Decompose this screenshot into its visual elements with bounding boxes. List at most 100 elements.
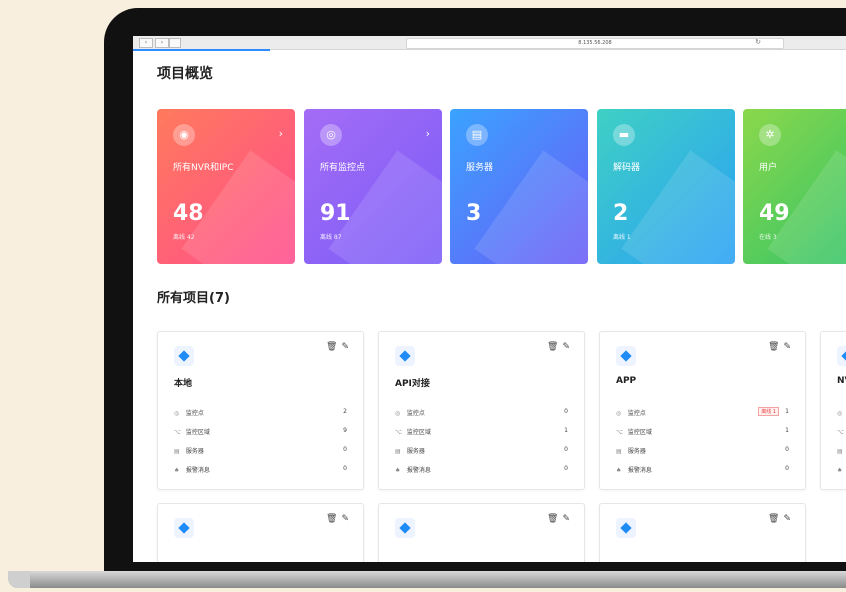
server-icon: ▤ [466, 124, 488, 146]
edit-icon[interactable]: ✎ [783, 514, 795, 524]
stat-card-value: 91 [320, 201, 351, 226]
project-stat-row: ▤ 服务器 0 [616, 446, 789, 465]
url-text: 8.135.56.208 [578, 40, 612, 46]
layers-icon [174, 518, 194, 538]
delete-icon[interactable]: 🗑 [768, 514, 783, 524]
delete-icon[interactable]: 🗑 [547, 342, 562, 352]
status-badge: 离线 1 [758, 407, 779, 416]
stat-card-value: 49 [759, 201, 790, 226]
back-button[interactable]: ‹ [139, 38, 153, 48]
row-value: 0 [343, 465, 347, 472]
row-icon: ⌥ [395, 429, 402, 436]
card-actions: 🗑✎ [547, 514, 574, 524]
project-stat-row: ♠ 报警消息 0 [395, 465, 568, 484]
reload-icon[interactable]: ↻ [755, 38, 761, 47]
stat-card-sub: 离线 42 [173, 234, 195, 241]
edit-icon[interactable]: ✎ [562, 514, 574, 524]
stat-card[interactable]: ▤ 服务器 3 [450, 109, 588, 264]
row-icon: ▤ [837, 448, 843, 455]
row-label: 报警消息 [627, 467, 652, 474]
dashboard-page: 项目概览 ◉ › 所有NVR和IPC 48 离线 42 ◎ › 所有监控点 91… [133, 51, 846, 562]
card-actions: 🗑✎ [547, 342, 574, 352]
project-stat-row: ▤ 服务器 0 [395, 446, 568, 465]
project-card[interactable]: 🗑✎ APP ◎ 监控点 离线 1 1 ⌥ 监控区域 1 ▤ 服务器 0 ♠ 报… [599, 331, 806, 490]
stat-card-value: 48 [173, 201, 204, 226]
delete-icon[interactable]: 🗑 [326, 342, 341, 352]
screen: ‹ › 8.135.56.208 ↻ 项目概览 ◉ › 所有NVR和IPC 48… [133, 36, 846, 562]
stat-card-sub: 离线 87 [320, 234, 342, 241]
laptop-frame: ‹ › 8.135.56.208 ↻ 项目概览 ◉ › 所有NVR和IPC 48… [104, 8, 846, 580]
edit-icon[interactable]: ✎ [562, 342, 574, 352]
layers-icon [837, 346, 846, 366]
edit-icon[interactable]: ✎ [341, 342, 353, 352]
layers-icon [616, 518, 636, 538]
project-card[interactable]: 🗑✎ [599, 503, 806, 562]
project-name: API对接 [395, 379, 430, 389]
stat-card-label: 用户 [759, 163, 778, 173]
row-value: 0 [564, 408, 568, 415]
row-value: 9 [343, 427, 347, 434]
project-stat-row: ♠ 报警消息 [837, 465, 846, 484]
row-icon: ♠ [616, 467, 622, 474]
stat-card-label: 解码器 [613, 163, 641, 173]
row-value: 0 [785, 465, 789, 472]
row-icon: ▤ [395, 448, 401, 455]
project-card[interactable]: 🗑✎ API对接 ◎ 监控点 0 ⌥ 监控区域 1 ▤ 服务器 0 ♠ 报警消息… [378, 331, 585, 490]
project-card[interactable]: 🗑✎ [378, 503, 585, 562]
sidebar-toggle-icon[interactable] [169, 38, 181, 48]
stat-card[interactable]: ◉ › 所有NVR和IPC 48 离线 42 [157, 109, 295, 264]
edit-icon[interactable]: ✎ [783, 342, 795, 352]
projects-title: 所有项目(7) [157, 291, 230, 306]
project-stat-row: ♠ 报警消息 0 [616, 465, 789, 484]
project-stat-row: ⌥ 监控区域 [837, 427, 846, 446]
stat-card-value: 2 [613, 201, 629, 226]
stat-card-label: 所有NVR和IPC [173, 163, 234, 173]
address-bar[interactable]: 8.135.56.208 ↻ [406, 38, 784, 49]
camera-icon: ◉ [173, 124, 195, 146]
row-value: 0 [564, 465, 568, 472]
stat-card-sub: 离线 1 [613, 234, 631, 241]
row-icon: ◎ [616, 410, 622, 417]
row-icon: ◎ [174, 410, 180, 417]
stat-card[interactable]: ▬ 解码器 2 离线 1 [597, 109, 735, 264]
edit-icon[interactable]: ✎ [341, 514, 353, 524]
laptop-base [8, 571, 846, 588]
project-stat-row: ▤ 服务器 [837, 446, 846, 465]
project-card[interactable]: 🗑✎ NV ◎ 监控点 ⌥ 监控区域 ▤ 服务器 ♠ 报警消息 [820, 331, 846, 490]
row-icon: ⌥ [174, 429, 181, 436]
project-stat-row: ◎ 监控点 2 [174, 408, 347, 427]
stat-card-label: 所有监控点 [320, 163, 366, 173]
card-actions: 🗑✎ [326, 342, 353, 352]
chevron-right-icon[interactable]: › [279, 127, 283, 140]
browser-toolbar: ‹ › 8.135.56.208 ↻ [133, 36, 846, 50]
project-stat-row: ▤ 服务器 0 [174, 446, 347, 465]
row-value: 0 [343, 446, 347, 453]
project-name: 本地 [174, 379, 193, 389]
row-icon: ♠ [837, 467, 843, 474]
stat-card[interactable]: ◎ › 所有监控点 91 离线 87 [304, 109, 442, 264]
project-name: NV [837, 376, 846, 386]
row-icon: ▤ [616, 448, 622, 455]
layers-icon [616, 346, 636, 366]
row-value: 2 [343, 408, 347, 415]
row-value: 1 [785, 427, 789, 434]
card-actions: 🗑✎ [768, 514, 795, 524]
forward-button[interactable]: › [155, 38, 169, 48]
layers-icon [174, 346, 194, 366]
delete-icon[interactable]: 🗑 [768, 342, 783, 352]
project-stat-row: ⌥ 监控区域 1 [395, 427, 568, 446]
row-label: 监控区域 [185, 429, 210, 436]
project-stat-row: ◎ 监控点 离线 1 1 [616, 407, 789, 427]
delete-icon[interactable]: 🗑 [547, 514, 562, 524]
stat-card[interactable]: ✲ 用户 49 在线 3 [743, 109, 846, 264]
chevron-right-icon[interactable]: › [426, 127, 430, 140]
overview-title: 项目概览 [157, 66, 213, 82]
row-icon: ▤ [174, 448, 180, 455]
location-icon: ◎ [320, 124, 342, 146]
delete-icon[interactable]: 🗑 [326, 514, 341, 524]
project-card[interactable]: 🗑✎ [157, 503, 364, 562]
project-stat-row: ⌥ 监控区域 1 [616, 427, 789, 446]
row-label: 报警消息 [185, 467, 210, 474]
project-card[interactable]: 🗑✎ 本地 ◎ 监控点 2 ⌥ 监控区域 9 ▤ 服务器 0 ♠ 报警消息 0 [157, 331, 364, 490]
stat-card-sub: 在线 3 [759, 234, 777, 241]
